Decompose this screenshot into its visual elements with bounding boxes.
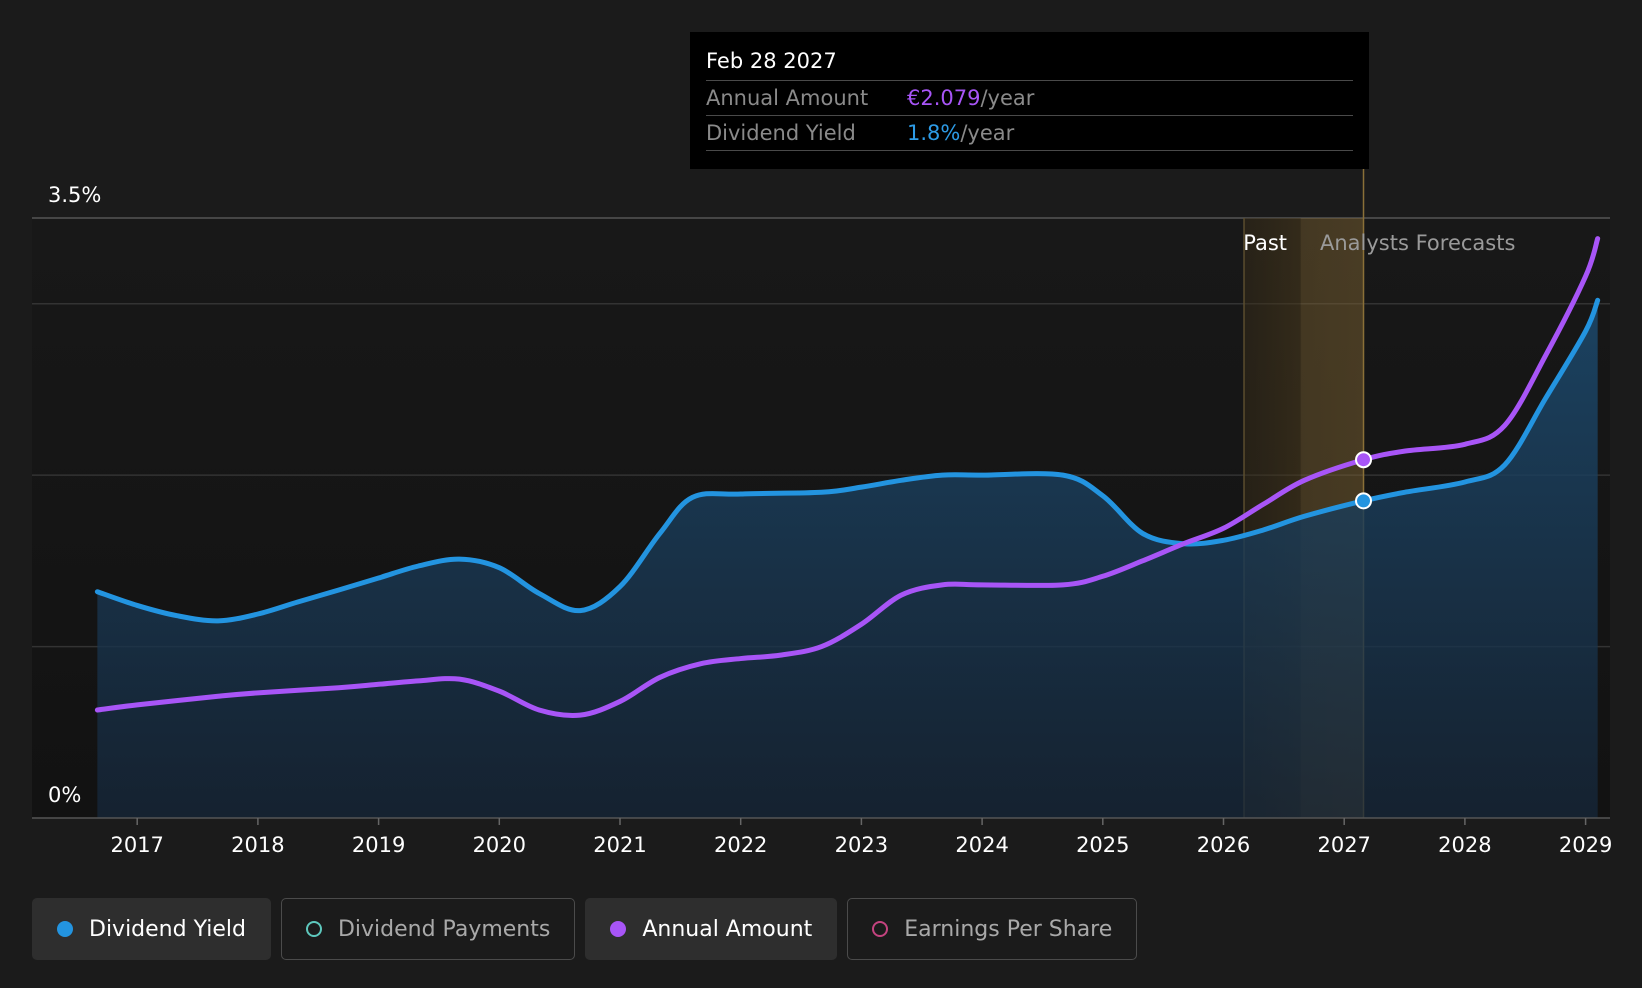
hover-tooltip: Feb 28 2027 Annual Amount €2.079 /year D… bbox=[690, 32, 1369, 169]
x-tick-label: 2024 bbox=[955, 833, 1008, 857]
y-tick-label: 3.5% bbox=[48, 183, 101, 207]
tooltip-value: €2.079 bbox=[907, 86, 981, 110]
legend-label: Earnings Per Share bbox=[904, 916, 1113, 942]
tooltip-row-dividend-yield: Dividend Yield 1.8% /year bbox=[706, 116, 1353, 151]
tooltip-label: Dividend Yield bbox=[706, 121, 856, 145]
x-tick-label: 2026 bbox=[1197, 833, 1250, 857]
tooltip-unit: /year bbox=[960, 121, 1015, 145]
legend-toggle-earnings-per-share[interactable]: Earnings Per Share bbox=[847, 898, 1138, 960]
legend-label: Annual Amount bbox=[642, 916, 813, 942]
x-tick-label: 2029 bbox=[1559, 833, 1612, 857]
tooltip-row-annual-amount: Annual Amount €2.079 /year bbox=[706, 81, 1353, 116]
x-tick-label: 2017 bbox=[110, 833, 163, 857]
tooltip-unit: /year bbox=[980, 86, 1035, 110]
x-tick-label: 2021 bbox=[593, 833, 646, 857]
legend-dot-icon bbox=[57, 921, 73, 937]
x-tick-label: 2023 bbox=[835, 833, 888, 857]
legend-toggle-dividend-yield[interactable]: Dividend Yield bbox=[32, 898, 271, 960]
legend-ring-icon bbox=[305, 921, 322, 937]
dividend-yield-hover-point bbox=[1355, 492, 1373, 510]
x-tick-label: 2025 bbox=[1076, 833, 1129, 857]
x-tick-label: 2022 bbox=[714, 833, 767, 857]
legend-toggle-annual-amount[interactable]: Annual Amount bbox=[585, 898, 838, 960]
legend-toggle-dividend-payments[interactable]: Dividend Payments bbox=[280, 898, 576, 960]
legend-label: Dividend Yield bbox=[89, 916, 246, 942]
x-tick-label: 2018 bbox=[231, 833, 284, 857]
legend-label: Dividend Payments bbox=[337, 916, 551, 942]
region-label-forecast: Analysts Forecasts bbox=[1320, 231, 1515, 255]
x-tick-label: 2027 bbox=[1317, 833, 1370, 857]
legend: Dividend Yield Dividend Payments Annual … bbox=[32, 898, 1138, 960]
tooltip-label: Annual Amount bbox=[706, 86, 869, 110]
tooltip-value: 1.8% bbox=[907, 121, 961, 145]
x-tick-label: 2020 bbox=[473, 833, 526, 857]
y-tick-label: 0% bbox=[48, 783, 81, 807]
legend-dot-icon bbox=[610, 921, 627, 937]
tooltip-date: Feb 28 2027 bbox=[706, 46, 1353, 81]
x-tick-label: 2019 bbox=[352, 833, 405, 857]
region-label-past: Past bbox=[1243, 231, 1287, 255]
annual-amount-hover-point bbox=[1355, 451, 1373, 469]
legend-ring-icon bbox=[872, 921, 889, 937]
x-tick-label: 2028 bbox=[1438, 833, 1491, 857]
